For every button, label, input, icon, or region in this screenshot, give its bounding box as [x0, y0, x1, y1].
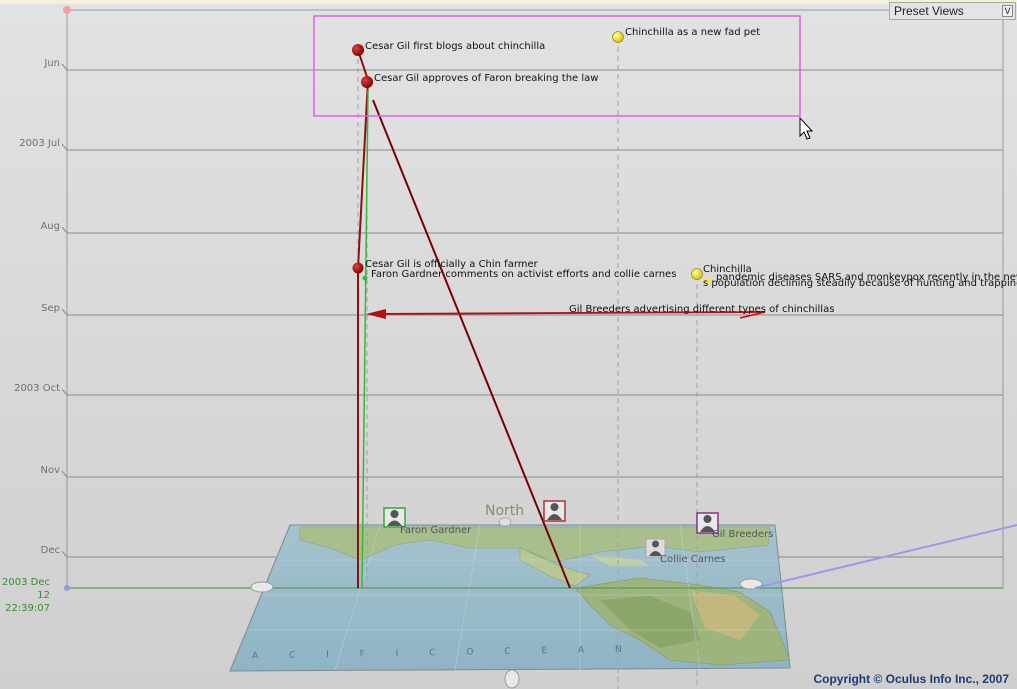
copyright-notice: Copyright © Oculus Info Inc., 2007	[813, 672, 1009, 686]
month-label: 2003 Oct	[14, 383, 60, 394]
event-label-gil-breeders-ad[interactable]: Gil Breeders advertising different types…	[569, 304, 834, 315]
chevron-down-icon[interactable]: V	[1002, 5, 1013, 17]
time-axis-top-handle[interactable]	[63, 6, 71, 14]
person-label-collie[interactable]: Collie Carnes	[660, 554, 726, 565]
top-strip	[0, 0, 1017, 4]
map-handle-bottom[interactable]	[504, 669, 520, 689]
month-label: Aug	[40, 221, 60, 232]
event-marker-cesar-blogs[interactable]	[352, 44, 364, 56]
preset-views-dropdown[interactable]: Preset Views V	[889, 2, 1016, 20]
event-label-cesar-approves[interactable]: Cesar Gil approves of Faron breaking the…	[374, 73, 598, 84]
preset-views-label: Preset Views	[894, 4, 964, 18]
event-marker-faron-comments[interactable]	[362, 275, 368, 281]
event-label-fad-pet[interactable]: Chinchilla as a new fad pet	[625, 27, 760, 38]
event-marker-fad-pet[interactable]	[612, 31, 624, 43]
event-label-population[interactable]: s population declining steadily because …	[703, 278, 1017, 289]
map-handle-top[interactable]	[498, 517, 512, 527]
map-north-label: North	[485, 503, 525, 519]
current-time-handle[interactable]	[64, 585, 70, 591]
event-label-faron-comments[interactable]: Faron Gardner comments on activist effor…	[371, 269, 676, 280]
current-time: 22:39:07	[5, 603, 50, 614]
month-label: Jun	[44, 58, 60, 69]
event-marker-chinchilla[interactable]	[691, 268, 703, 280]
map-handle-left[interactable]	[250, 581, 274, 593]
event-marker-cesar-approves[interactable]	[361, 76, 373, 88]
current-time-readout: 2003 Dec 12 22:39:07	[0, 576, 50, 615]
month-label: 2003 Jul	[19, 138, 60, 149]
month-label: Sep	[41, 303, 60, 314]
current-date: 2003 Dec 12	[2, 577, 50, 601]
geotime-view[interactable]: Jun 2003 Jul Aug Sep 2003 Oct Nov Dec 20…	[0, 0, 1017, 689]
month-label: Nov	[40, 465, 60, 476]
person-icon[interactable]	[543, 500, 566, 522]
month-label: Dec	[40, 545, 60, 556]
person-label-gil-breeders[interactable]: Gil Breeders	[712, 529, 773, 540]
event-label-cesar-blogs[interactable]: Cesar Gil first blogs about chinchilla	[365, 41, 545, 52]
event-marker-cesar-farmer[interactable]	[352, 262, 364, 274]
person-label-faron[interactable]: Faron Gardner	[400, 525, 471, 536]
